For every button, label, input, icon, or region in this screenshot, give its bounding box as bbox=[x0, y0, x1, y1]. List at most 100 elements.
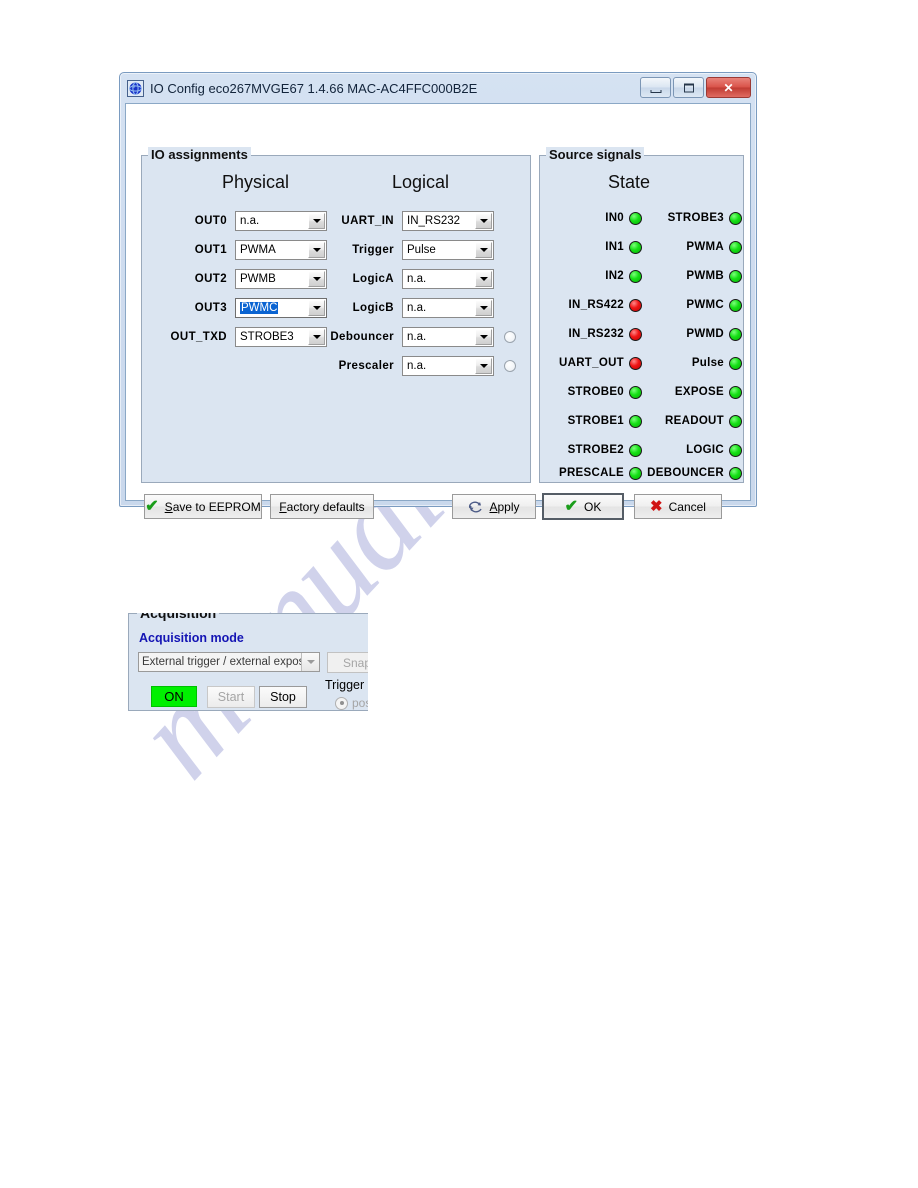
logical-row-uart-in: UART_IN IN_RS232 bbox=[322, 211, 494, 231]
combo-out0[interactable]: n.a. bbox=[235, 211, 327, 231]
state-column-header: State bbox=[608, 172, 651, 192]
chevron-down-icon[interactable] bbox=[475, 300, 492, 316]
led-strobe0 bbox=[629, 385, 642, 399]
signal-strobe3: STROBE3 bbox=[644, 209, 742, 227]
combo-out0-value: n.a. bbox=[240, 215, 260, 227]
apply-button[interactable]: Apply bbox=[452, 494, 536, 519]
combo-debouncer[interactable]: n.a. bbox=[402, 327, 494, 347]
source-signals-title: Source signals bbox=[546, 147, 645, 162]
row-label-prescaler: Prescaler bbox=[338, 360, 394, 372]
signal-debouncer: DEBOUNCER bbox=[628, 464, 742, 482]
acquisition-mode-value: External trigger / external expos bbox=[142, 656, 301, 668]
stop-label: Stop bbox=[270, 690, 296, 704]
combo-out3-value: PWMC bbox=[240, 302, 279, 314]
chevron-down-icon[interactable] bbox=[475, 329, 492, 345]
radio-debouncer[interactable] bbox=[504, 331, 516, 343]
combo-out-txd[interactable]: STROBE3 bbox=[235, 327, 327, 347]
logical-row-prescaler: Prescaler n.a. bbox=[322, 356, 516, 376]
signal-label: IN_RS422 bbox=[568, 299, 624, 311]
row-label-debouncer: Debouncer bbox=[330, 331, 394, 343]
refresh-icon bbox=[468, 500, 483, 513]
led-in-rs232 bbox=[629, 327, 642, 341]
led-debouncer bbox=[729, 466, 742, 480]
combo-logica[interactable]: n.a. bbox=[402, 269, 494, 289]
signal-pulse: Pulse bbox=[644, 354, 742, 372]
signal-in-rs422: IN_RS422 bbox=[544, 296, 642, 314]
app-globe-icon bbox=[127, 79, 144, 97]
combo-uart-in-value: IN_RS232 bbox=[407, 215, 461, 227]
logical-column-header: Logical bbox=[392, 172, 450, 192]
signal-label: IN0 bbox=[605, 212, 624, 224]
chevron-down-icon[interactable] bbox=[475, 213, 492, 229]
combo-trigger[interactable]: Pulse bbox=[402, 240, 494, 260]
combo-trigger-value: Pulse bbox=[407, 244, 436, 256]
ok-button[interactable]: ✔ OK bbox=[542, 493, 624, 520]
signal-label: LOGIC bbox=[686, 444, 724, 456]
acquisition-mode-combo[interactable]: External trigger / external expos bbox=[138, 652, 320, 672]
led-expose bbox=[729, 385, 742, 399]
green-check-icon: ✔ bbox=[145, 497, 159, 515]
chevron-down-icon[interactable] bbox=[301, 653, 319, 671]
save-to-eeprom-button[interactable]: ✔ Save to EEPROM bbox=[144, 494, 262, 519]
minimize-button[interactable] bbox=[640, 77, 671, 98]
signal-uart-out: UART_OUT bbox=[544, 354, 642, 372]
on-label: ON bbox=[164, 689, 184, 704]
led-pwma bbox=[729, 240, 742, 254]
signal-prescale: PRESCALE bbox=[540, 464, 642, 482]
chevron-down-icon[interactable] bbox=[475, 358, 492, 374]
signal-in2: IN2 bbox=[544, 267, 642, 285]
signal-strobe1: STROBE1 bbox=[544, 412, 642, 430]
signal-label: DEBOUNCER bbox=[647, 467, 724, 479]
window-titlebar[interactable]: IO Config eco267MVGE67 1.4.66 MAC-AC4FFC… bbox=[120, 73, 756, 103]
led-strobe3 bbox=[729, 211, 742, 225]
cancel-button[interactable]: ✖ Cancel bbox=[634, 494, 722, 519]
signal-label: PWMD bbox=[686, 328, 724, 340]
signal-label: READOUT bbox=[665, 415, 724, 427]
combo-prescaler[interactable]: n.a. bbox=[402, 356, 494, 376]
combo-out1-value: PWMA bbox=[240, 244, 276, 256]
chevron-down-icon[interactable] bbox=[475, 271, 492, 287]
row-label-uart-in: UART_IN bbox=[341, 215, 394, 227]
stop-button[interactable]: Stop bbox=[259, 686, 307, 708]
save-to-eeprom-label: Save to EEPROM bbox=[164, 499, 261, 514]
maximize-button[interactable] bbox=[673, 77, 704, 98]
signal-logic: LOGIC bbox=[644, 441, 742, 459]
led-in-rs422 bbox=[629, 298, 642, 312]
signal-strobe0: STROBE0 bbox=[544, 383, 642, 401]
acquisition-title: Acquisition bbox=[137, 613, 220, 621]
physical-row-out1: OUT1 PWMA bbox=[152, 240, 327, 260]
combo-out1[interactable]: PWMA bbox=[235, 240, 327, 260]
combo-out2[interactable]: PWMB bbox=[235, 269, 327, 289]
signal-pwmb: PWMB bbox=[644, 267, 742, 285]
led-pwmb bbox=[729, 269, 742, 283]
physical-row-out-txd: OUT_TXD STROBE3 bbox=[152, 327, 327, 347]
row-label-logicb: LogicB bbox=[352, 302, 394, 314]
signal-pwmc: PWMC bbox=[644, 296, 742, 314]
logical-row-logica: LogicA n.a. bbox=[322, 269, 494, 289]
acquisition-status-indicator: ON bbox=[151, 686, 197, 707]
polarity-option-label: positiv bbox=[352, 696, 368, 710]
combo-uart-in[interactable]: IN_RS232 bbox=[402, 211, 494, 231]
combo-out3[interactable]: PWMC bbox=[235, 298, 327, 318]
minimize-icon bbox=[650, 89, 661, 93]
row-label-trigger: Trigger bbox=[352, 244, 394, 256]
trigger-polarity-label: Trigger polar bbox=[325, 678, 368, 692]
cancel-label: Cancel bbox=[668, 499, 706, 514]
trigger-polarity-positive-radio[interactable]: positiv bbox=[335, 696, 368, 710]
start-button[interactable]: Start bbox=[207, 686, 255, 708]
factory-defaults-button[interactable]: Factory defaults bbox=[270, 494, 374, 519]
physical-row-out0: OUT0 n.a. bbox=[152, 211, 327, 231]
led-in2 bbox=[629, 269, 642, 283]
radio-prescaler[interactable] bbox=[504, 360, 516, 372]
radio-dot-icon bbox=[335, 696, 348, 710]
signal-label: STROBE0 bbox=[567, 386, 624, 398]
combo-logicb[interactable]: n.a. bbox=[402, 298, 494, 318]
signal-label: PWMB bbox=[686, 270, 724, 282]
signal-label: PWMC bbox=[686, 299, 724, 311]
apply-label: Apply bbox=[489, 499, 520, 514]
chevron-down-icon[interactable] bbox=[475, 242, 492, 258]
led-readout bbox=[729, 414, 742, 428]
combo-out2-value: PWMB bbox=[240, 273, 276, 285]
close-button[interactable]: ✕ bbox=[706, 77, 751, 98]
snap-button[interactable]: Snap bbox=[327, 652, 368, 673]
